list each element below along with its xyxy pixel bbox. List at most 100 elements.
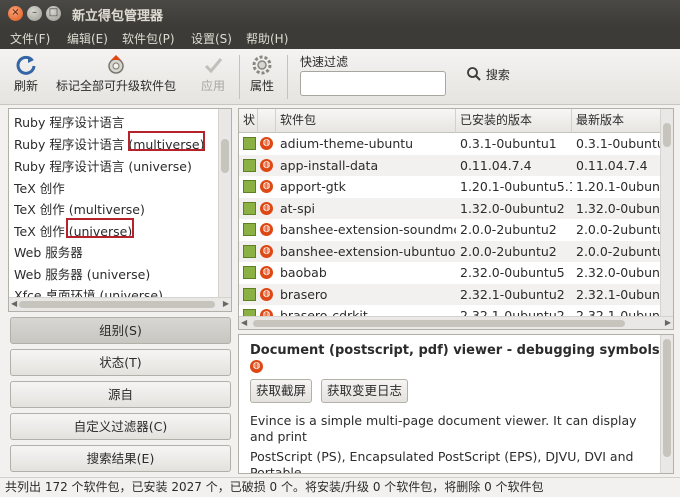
scrollbar-thumb[interactable]: [253, 320, 625, 327]
menu-package[interactable]: 软件包(P): [122, 30, 175, 47]
group-item[interactable]: TeX 创作 (multiverse): [14, 199, 145, 220]
column-support[interactable]: [258, 109, 276, 133]
properties-button[interactable]: 属性: [250, 53, 274, 94]
apply-check-icon: [204, 58, 223, 74]
latest-version: 1.20.1-0ubuntu5: [576, 179, 661, 194]
group-item[interactable]: Web 服务器: [14, 242, 83, 263]
get-changelog-button[interactable]: 获取变更日志: [321, 379, 409, 403]
minimize-window-button[interactable]: –: [27, 6, 42, 21]
package-table-vertical-scrollbar[interactable]: [660, 109, 673, 317]
title-bar: × – □ 新立得包管理器: [0, 0, 680, 27]
column-status[interactable]: 状: [239, 109, 258, 133]
installed-checkbox[interactable]: [243, 137, 256, 150]
ubuntu-support-icon: ◍: [250, 360, 263, 373]
latest-version: 1.32.0-0ubuntu2: [576, 200, 661, 216]
maximize-window-button[interactable]: □: [46, 6, 61, 21]
package-name: at-spi: [280, 200, 315, 216]
table-row[interactable]: ◍ banshee-extension-ubuntuone 2.0.0-2ubu…: [239, 240, 661, 262]
installed-version: 1.20.1-0ubuntu5.1: [460, 179, 572, 194]
package-description: Evince is a simple multi-page document v…: [250, 413, 637, 444]
latest-version: 2.0.0-2ubuntu2: [576, 222, 661, 237]
package-name: adium-theme-ubuntu: [280, 136, 414, 151]
get-screenshot-button[interactable]: 获取截屏: [250, 379, 313, 403]
installed-checkbox[interactable]: [243, 223, 256, 236]
package-table: 状 软件包 已安装的版本 最新版本 ◍ adium-theme-ubuntu 0…: [238, 108, 674, 330]
latest-version: 2.0.0-2ubuntu2: [576, 243, 661, 259]
ubuntu-support-icon: ◍: [260, 287, 273, 301]
toolbar-separator: [287, 55, 288, 99]
search-label: 搜索: [485, 68, 510, 82]
scroll-right-arrow-icon[interactable]: ▶: [665, 318, 671, 327]
magnifier-icon: [467, 67, 481, 81]
filter-status-button[interactable]: 状态(T): [10, 349, 231, 376]
group-item[interactable]: Web 服务器 (universe): [14, 264, 150, 285]
installed-checkbox[interactable]: [243, 266, 256, 279]
scrollbar-thumb[interactable]: [663, 339, 671, 457]
package-name: banshee-extension-soundmenu: [280, 222, 456, 237]
filter-groups-button[interactable]: 组别(S): [10, 317, 231, 344]
table-row[interactable]: ◍ brasero 2.32.1-0ubuntu2 2.32.1-0ubuntu…: [239, 283, 661, 305]
menu-help[interactable]: 帮助(H): [246, 30, 288, 47]
apply-button[interactable]: 应用: [201, 53, 225, 94]
column-installed-version[interactable]: 已安装的版本: [456, 109, 572, 133]
table-row[interactable]: ◍ apport-gtk 1.20.1-0ubuntu5.1 1.20.1-0u…: [239, 176, 661, 198]
ubuntu-support-icon: ◍: [260, 201, 273, 215]
installed-checkbox[interactable]: [243, 201, 256, 215]
toolbar-separator: [239, 55, 240, 99]
package-table-horizontal-scrollbar[interactable]: ◀ ▶: [239, 316, 673, 329]
package-name: apport-gtk: [280, 179, 346, 194]
close-window-button[interactable]: ×: [8, 6, 23, 21]
table-row[interactable]: ◍ adium-theme-ubuntu 0.3.1-0ubuntu1 0.3.…: [239, 133, 661, 155]
menu-edit[interactable]: 编辑(E): [67, 30, 108, 47]
column-latest-version[interactable]: 最新版本: [572, 109, 661, 133]
group-list-vertical-scrollbar[interactable]: [218, 109, 231, 297]
filter-origin-button[interactable]: 源自: [10, 381, 231, 408]
group-list-horizontal-scrollbar[interactable]: ◀ ▶: [9, 297, 231, 311]
installed-version: 2.32.0-0ubuntu5: [460, 265, 565, 280]
mark-all-upgrades-button[interactable]: 标记全部可升级软件包: [56, 53, 176, 94]
ubuntu-support-icon: ◍: [260, 137, 273, 150]
table-row[interactable]: ◍ at-spi 1.32.0-0ubuntu2 1.32.0-0ubuntu2: [239, 197, 661, 219]
details-vertical-scrollbar[interactable]: [660, 335, 673, 473]
ubuntu-support-icon: ◍: [260, 223, 273, 236]
scroll-left-arrow-icon[interactable]: ◀: [11, 299, 17, 308]
refresh-label: 刷新: [14, 79, 39, 93]
mark-upgrades-icon: [108, 55, 124, 74]
package-name: baobab: [280, 265, 327, 280]
scrollbar-thumb[interactable]: [663, 123, 671, 147]
table-row[interactable]: ◍ banshee-extension-soundmenu 2.0.0-2ubu…: [239, 219, 661, 241]
refresh-button[interactable]: 刷新: [14, 53, 38, 94]
menu-bar: 文件(F) 编辑(E) 软件包(P) 设置(S) 帮助(H): [0, 27, 680, 49]
scroll-left-arrow-icon[interactable]: ◀: [241, 318, 247, 327]
filter-custom-button[interactable]: 自定义过滤器(C): [10, 413, 231, 440]
table-row[interactable]: ◍ app-install-data 0.11.04.7.4 0.11.04.7…: [239, 154, 661, 176]
quick-filter-label: 快速过滤: [300, 55, 349, 69]
installed-checkbox[interactable]: [243, 287, 256, 301]
package-summary-title: Document (postscript, pdf) viewer - debu…: [250, 343, 660, 358]
group-item[interactable]: TeX 创作: [14, 178, 65, 199]
menu-file[interactable]: 文件(F): [10, 30, 50, 47]
quick-filter-input[interactable]: [300, 71, 446, 96]
group-item[interactable]: Ruby 程序设计语言: [14, 112, 124, 133]
installed-checkbox[interactable]: [243, 244, 256, 258]
column-package[interactable]: 软件包: [276, 109, 456, 133]
status-bar: 共列出 172 个软件包，已安装 2027 个，已破损 0 个。将安装/升级 0…: [0, 477, 680, 497]
scrollbar-thumb[interactable]: [221, 139, 229, 173]
menu-settings[interactable]: 设置(S): [191, 30, 232, 47]
refresh-icon: [16, 55, 36, 75]
group-item[interactable]: Xfce 桌面环境 (universe): [14, 285, 163, 297]
installed-checkbox[interactable]: [243, 180, 256, 193]
installed-checkbox[interactable]: [243, 158, 256, 172]
gear-icon: [252, 55, 272, 75]
scroll-right-arrow-icon[interactable]: ▶: [223, 299, 229, 308]
mark-all-upgrades-label: 标记全部可升级软件包: [56, 79, 177, 93]
latest-version: 0.11.04.7.4: [576, 157, 648, 173]
table-row[interactable]: ◍ baobab 2.32.0-0ubuntu5 2.32.0-0ubuntu5: [239, 262, 661, 284]
filter-search-results-button[interactable]: 搜索结果(E): [10, 445, 231, 472]
group-item[interactable]: Ruby 程序设计语言 (universe): [14, 156, 192, 177]
package-name: brasero: [280, 286, 328, 302]
highlight-box: [128, 131, 205, 151]
ubuntu-support-icon: ◍: [260, 180, 273, 193]
scrollbar-thumb[interactable]: [19, 301, 215, 308]
search-button[interactable]: 搜索: [466, 66, 510, 83]
